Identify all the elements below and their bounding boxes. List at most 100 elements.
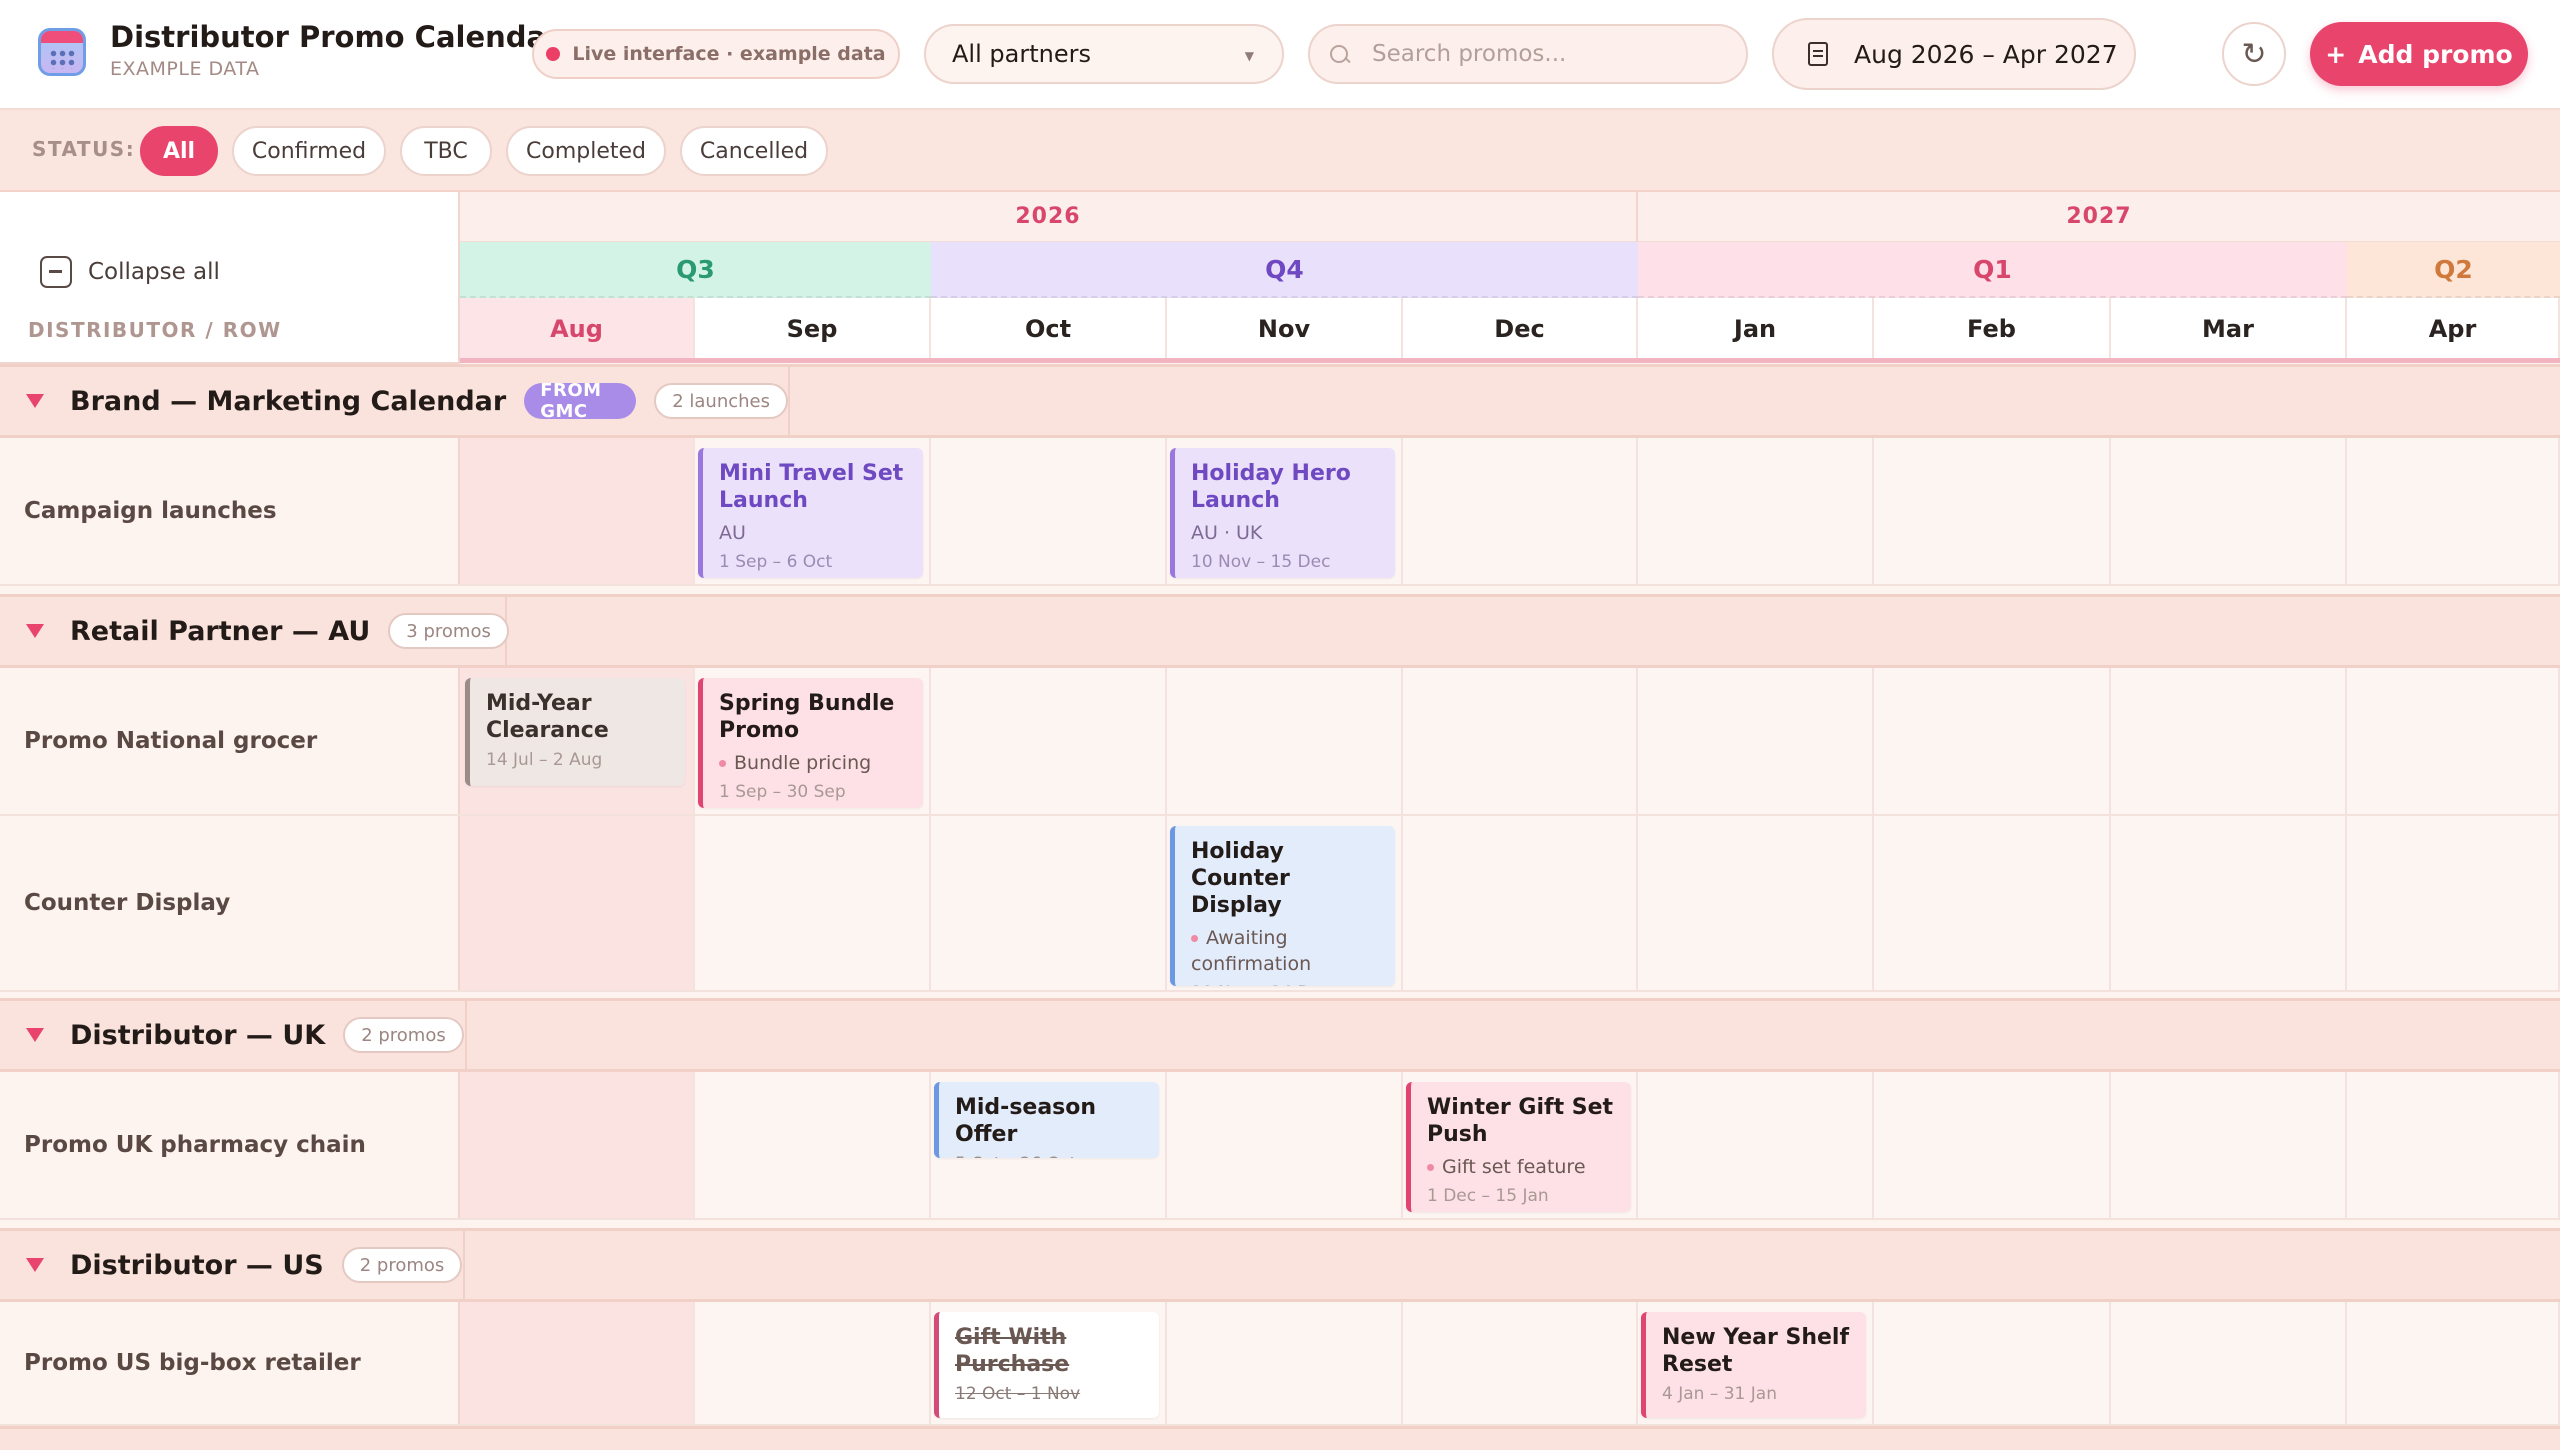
calendar-cell[interactable] <box>931 816 1167 990</box>
calendar-cell[interactable] <box>460 816 695 990</box>
status-chip-tbc[interactable]: TBC <box>400 126 492 176</box>
partner-select[interactable]: All partners ▼ <box>924 24 1284 84</box>
calendar-cell[interactable] <box>1874 816 2111 990</box>
calendar-cell[interactable] <box>1638 438 1874 584</box>
promo-detail: Gift set feature <box>1427 1154 1617 1180</box>
promo-title: Winter Gift Set Push <box>1427 1095 1614 1147</box>
month-jan: Jan <box>1638 298 1874 360</box>
promo-card-mid-year-clearance[interactable]: Mid-Year Clearance 14 Jul – 2 Aug <box>465 678 685 786</box>
calendar-cell[interactable] <box>2111 816 2347 990</box>
row-promo-national-grocer: Promo National grocer Mid-Year Clearance 1… <box>0 668 2560 816</box>
date-range-button[interactable]: Aug 2026 – Apr 2027 <box>1772 18 2136 90</box>
row-promo-us-big-box-retailer: Promo US big-box retailer Gift With Purch… <box>0 1302 2560 1426</box>
promo-detail: Bundle pricing <box>719 750 909 776</box>
search-input[interactable] <box>1372 41 1732 67</box>
calendar-cell[interactable] <box>1874 668 2111 814</box>
calendar-cell[interactable] <box>2347 1302 2560 1424</box>
promo-card-holiday-hero-launch[interactable]: Holiday Hero Launch AU · UK 10 Nov – 15 De… <box>1170 448 1395 578</box>
calendar-icon <box>1808 42 1828 66</box>
calendar-cell[interactable] <box>1874 438 2111 584</box>
expand-toggle-icon[interactable] <box>26 1258 44 1272</box>
row-label: Promo UK pharmacy chain <box>0 1072 460 1218</box>
calendar-cell[interactable] <box>931 438 1167 584</box>
calendar-cell[interactable] <box>2347 668 2560 814</box>
calendar-cell[interactable] <box>1403 668 1638 814</box>
calendar-cell[interactable] <box>460 1302 695 1424</box>
section-header[interactable]: Distributor — UK 2 promos <box>0 1001 467 1069</box>
count-badge: 3 promos <box>388 613 509 649</box>
calendar-cell[interactable] <box>695 1072 931 1218</box>
section-title: Distributor — UK <box>70 1019 326 1051</box>
calendar-cell[interactable] <box>2111 668 2347 814</box>
status-dot-icon <box>1427 1164 1434 1171</box>
section-header[interactable]: Retail Partner — AU 3 promos <box>0 597 509 665</box>
calendar-cell[interactable] <box>460 1072 695 1218</box>
promo-title: Mid-season Offer <box>955 1095 1097 1147</box>
promo-card-new-year-shelf-reset[interactable]: New Year Shelf Reset 4 Jan – 31 Jan <box>1641 1312 1866 1418</box>
calendar-cell[interactable] <box>1403 1302 1638 1424</box>
year-2027: 2027 <box>1638 192 2560 242</box>
calendar-cell[interactable] <box>2111 438 2347 584</box>
promo-card-gift-with-purchase[interactable]: Gift With Purchase 12 Oct – 1 Nov <box>934 1312 1159 1418</box>
section-title: Distributor — US <box>70 1249 324 1281</box>
collapse-icon <box>40 256 72 288</box>
expand-toggle-icon[interactable] <box>26 624 44 638</box>
refresh-button[interactable]: ↻ <box>2222 22 2286 86</box>
calendar-cell[interactable] <box>2347 816 2560 990</box>
section-distributor-us: Distributor — US 2 promos <box>0 1228 2560 1302</box>
section-header[interactable]: Distributor — US 2 promos <box>0 1231 465 1299</box>
app-title: Distributor Promo Calendar <box>110 20 561 54</box>
promo-card-winter-gift-set-push[interactable]: Winter Gift Set Push Gift set feature 1 De… <box>1406 1082 1631 1212</box>
promo-card-mini-travel-set-launch[interactable]: Mini Travel Set Launch AU 1 Sep – 6 Oct <box>698 448 923 578</box>
calendar-cell[interactable] <box>1403 816 1638 990</box>
calendar-cell[interactable] <box>1874 1302 2111 1424</box>
promo-title: Holiday Counter Display <box>1191 839 1290 918</box>
calendar-cell[interactable] <box>1167 1302 1403 1424</box>
month-mar: Mar <box>2111 298 2347 360</box>
expand-toggle-icon[interactable] <box>26 394 44 408</box>
row-label: Counter Display <box>0 816 460 990</box>
calendar-cell[interactable] <box>2347 1072 2560 1218</box>
calendar-cell[interactable] <box>460 438 695 584</box>
status-filter-bar: STATUS: All Confirmed TBC Completed Canc… <box>0 110 2560 192</box>
calendar-cell[interactable] <box>931 668 1167 814</box>
promo-dates: 14 Jul – 2 Aug <box>486 750 603 770</box>
calendar-cell[interactable] <box>1167 668 1403 814</box>
calendar-cell[interactable] <box>1403 438 1638 584</box>
quarter-q4: Q4 <box>931 242 1638 298</box>
section-title: Retail Partner — AU <box>70 615 371 647</box>
calendar-cell[interactable] <box>695 1302 931 1424</box>
calendar-cell[interactable] <box>1638 816 1874 990</box>
calendar-cell[interactable] <box>2111 1072 2347 1218</box>
calendar-cell[interactable] <box>1638 1072 1874 1218</box>
add-promo-button[interactable]: + Add promo <box>2310 22 2528 86</box>
collapse-all-label: Collapse all <box>88 259 220 285</box>
refresh-icon: ↻ <box>2241 36 2267 72</box>
calendar-cell[interactable] <box>2111 1302 2347 1424</box>
calendar-cell[interactable] <box>1874 1072 2111 1218</box>
quarter-q1: Q1 <box>1638 242 2347 298</box>
promo-card-holiday-counter-display[interactable]: Holiday Counter Display Awaiting confirma… <box>1170 826 1395 986</box>
calendar-cell[interactable] <box>1638 668 1874 814</box>
promo-card-mid-season-offer[interactable]: Mid-season Offer 5 Oct – 26 Oct <box>934 1082 1159 1158</box>
promo-dates: 1 Sep – 6 Oct <box>719 552 833 572</box>
section-distributor-uk: Distributor — UK 2 promos <box>0 998 2560 1072</box>
calendar-cell[interactable] <box>1167 1072 1403 1218</box>
collapse-all-button[interactable]: Collapse all <box>40 256 220 288</box>
status-chip-confirmed[interactable]: Confirmed <box>232 126 386 176</box>
promo-title: New Year Shelf Reset <box>1662 1325 1850 1377</box>
expand-toggle-icon[interactable] <box>26 1028 44 1042</box>
add-promo-label: Add promo <box>2358 39 2513 69</box>
status-dot-icon <box>1191 935 1198 942</box>
status-chip-cancelled[interactable]: Cancelled <box>680 126 828 176</box>
status-chip-all[interactable]: All <box>140 126 218 176</box>
promo-dates: 4 Jan – 31 Jan <box>1662 1384 1777 1404</box>
calendar-cell[interactable] <box>2347 438 2560 584</box>
search-icon <box>1330 45 1348 63</box>
promo-card-spring-bundle-promo[interactable]: Spring Bundle Promo Bundle pricing 1 Sep –… <box>698 678 923 808</box>
calendar-cell[interactable] <box>695 816 931 990</box>
plus-icon: + <box>2325 39 2347 69</box>
search-box[interactable] <box>1308 24 1748 84</box>
section-header[interactable]: Brand — Marketing Calendar FROM GMC 2 laun… <box>0 367 790 435</box>
status-chip-completed[interactable]: Completed <box>506 126 666 176</box>
